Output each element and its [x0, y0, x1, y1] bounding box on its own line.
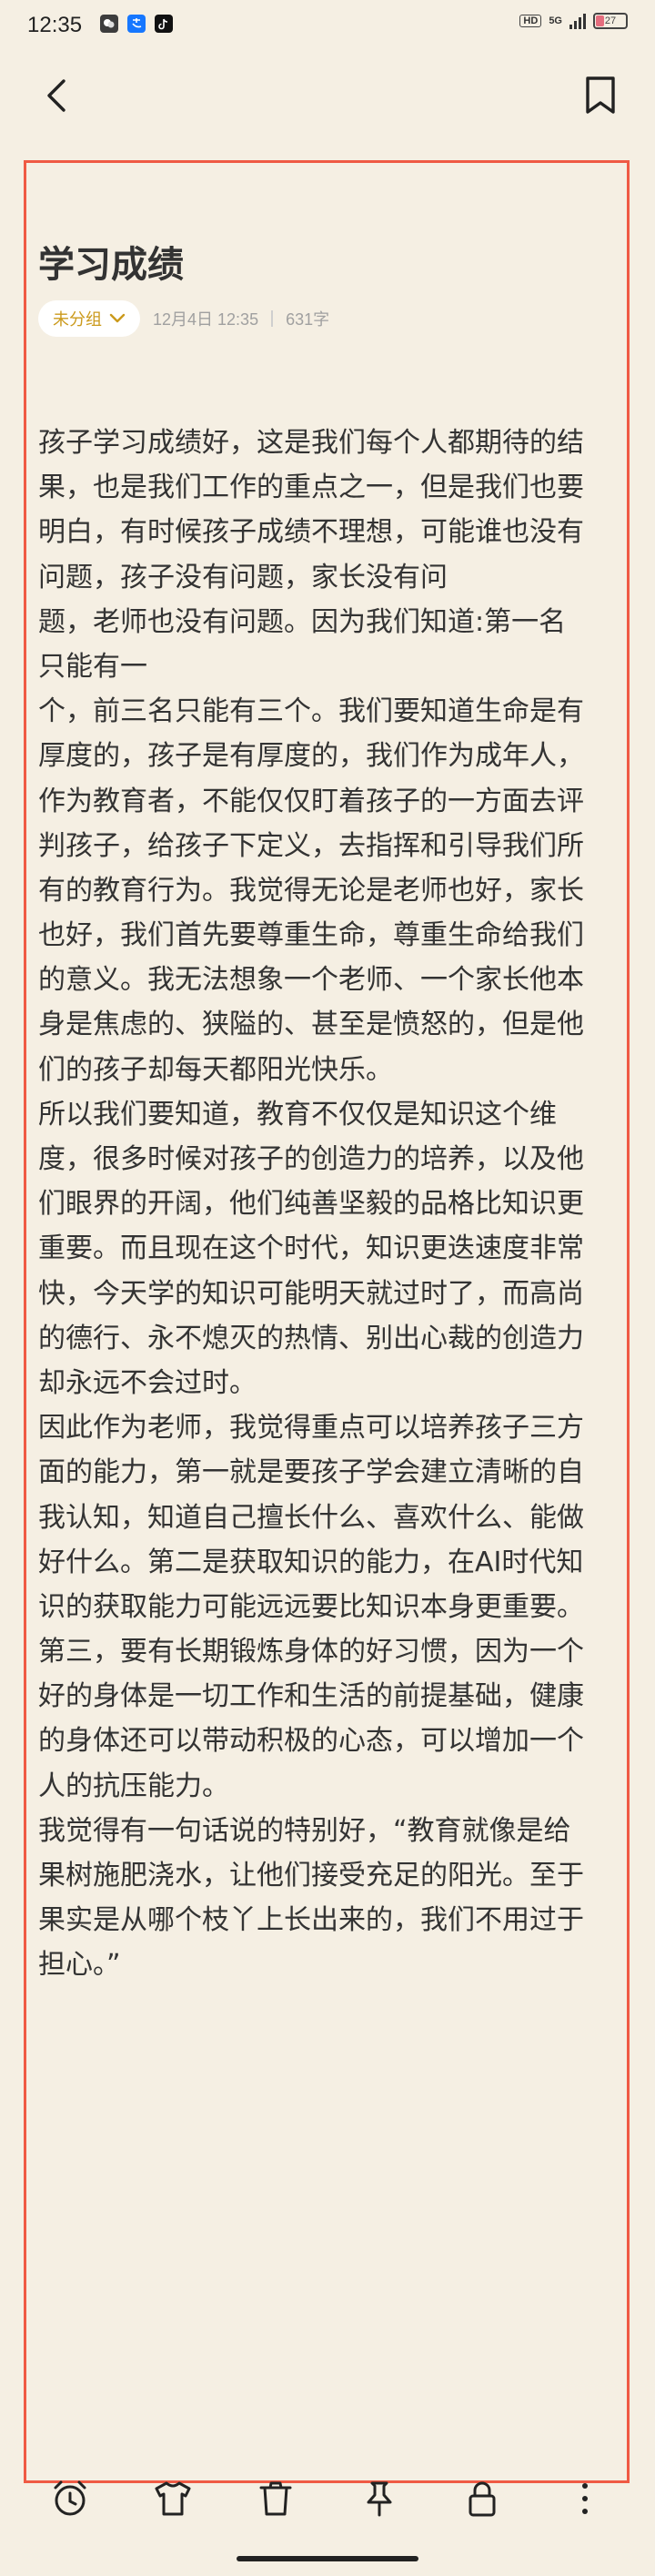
more-icon	[582, 2483, 589, 2514]
body-line: 判孩子，给孩子下定义，去指挥和引导我们所	[38, 829, 584, 862]
body-line: 也好，我们首先要尊重生命，尊重生命给我们	[38, 919, 584, 952]
delete-button[interactable]	[253, 2476, 298, 2521]
body-line: 因此作为老师，我觉得重点可以培养孩子三方	[38, 1412, 584, 1445]
home-indicator[interactable]	[237, 2556, 418, 2561]
body-line: 的意义。我无法想象一个老师、一个家长他本	[38, 964, 584, 997]
body-line: 重要。而且现在这个时代，知识更迭速度非常	[38, 1232, 584, 1265]
body-line: 人的抗压能力。	[38, 1770, 229, 1802]
reminder-button[interactable]	[47, 2476, 93, 2521]
body-line: 明白，有时候孩子成绩不理想，可能谁也没有	[38, 516, 584, 549]
hd-badge: HD	[519, 15, 542, 27]
status-right: HD 5G 27	[519, 13, 628, 29]
battery-icon: 27	[593, 13, 628, 29]
body-line: 担心。”	[38, 1949, 121, 1982]
note-body[interactable]: 孩子学习成绩好，这是我们每个人都期待的结 果，也是我们工作的重点之一，但是我们也要…	[38, 421, 626, 1988]
body-line: 面的能力，第一就是要孩子学会建立清晰的自	[38, 1456, 584, 1489]
network-type: 5G	[549, 15, 562, 26]
chevron-down-icon	[109, 313, 126, 323]
meta-divider	[271, 310, 274, 327]
theme-button[interactable]	[150, 2476, 196, 2521]
note-meta: 未分组 12月4日 12:35 631字	[38, 300, 329, 337]
bookmark-icon	[586, 76, 615, 114]
more-button[interactable]	[562, 2476, 608, 2521]
body-line: 第三，要有长期锻炼身体的好习惯，因为一个	[38, 1636, 584, 1668]
char-count: 631字	[286, 310, 330, 329]
tshirt-icon	[155, 2481, 191, 2516]
body-line: 快，今天学的知识可能明天就过时了，而高尚	[38, 1277, 584, 1310]
body-line: 们眼界的开阔，他们纯善坚毅的品格比知识更	[38, 1188, 584, 1221]
pin-icon	[367, 2481, 392, 2517]
body-line: 们的孩子却每天都阳光快乐。	[38, 1053, 393, 1086]
status-time: 12:35	[27, 13, 83, 37]
body-line: 度，很多时候对孩子的创造力的培养，以及他	[38, 1143, 584, 1175]
lock-button[interactable]	[459, 2476, 505, 2521]
body-line: 果树施肥浇水，让他们接受充足的阳光。至于	[38, 1860, 584, 1891]
body-line: 识的获取能力可能远远要比知识本身更重要。	[38, 1590, 584, 1623]
wechat-icon	[100, 15, 118, 33]
body-line: 的身体还可以带动积极的心态，可以增加一个	[38, 1725, 584, 1758]
lock-icon	[469, 2481, 496, 2517]
group-label: 未分组	[53, 310, 102, 330]
body-line: 个，前三名只能有三个。我们要知道生命是有	[38, 695, 584, 728]
body-line: 果，也是我们工作的重点之一，但是我们也要	[38, 472, 584, 504]
battery-fill	[596, 15, 604, 26]
body-line: 只能有一	[38, 650, 147, 683]
body-line: 的德行、永不熄灭的热情、别出心裁的创造力	[38, 1322, 584, 1354]
chevron-left-icon	[47, 79, 66, 112]
alipay-icon	[127, 15, 146, 33]
body-line: 所以我们要知道，教育不仅仅是知识这个维	[38, 1098, 557, 1131]
body-line: 有的教育行为。我觉得无论是老师也好，家长	[38, 874, 584, 907]
body-line: 我认知，知道自己擅长什么、喜欢什么、能做	[38, 1501, 584, 1534]
status-app-icons	[100, 15, 173, 33]
note-title[interactable]: 学习成绩	[38, 235, 184, 288]
bottom-toolbar	[0, 2462, 655, 2535]
top-toolbar	[0, 64, 655, 137]
group-selector[interactable]: 未分组	[38, 300, 140, 337]
battery-level: 27	[604, 15, 617, 26]
body-line: 问题，孩子没有问题，家长没有问	[38, 561, 448, 593]
body-line: 厚度的，孩子是有厚度的，我们作为成年人，	[38, 740, 584, 773]
bookmark-button[interactable]	[582, 76, 619, 116]
status-bar: 12:35 HD 5G 27	[0, 0, 655, 53]
trash-icon	[259, 2481, 292, 2516]
body-line: 我觉得有一句话说的特别好，“教育就像是给	[38, 1814, 571, 1847]
body-line: 却永远不会过时。	[38, 1366, 257, 1399]
body-line: 题，老师也没有问题。因为我们知道:第一名	[38, 605, 567, 638]
tiktok-icon	[155, 15, 173, 33]
signal-icon	[569, 13, 586, 29]
body-line: 好什么。第二是获取知识的能力，在AI时代知	[38, 1546, 584, 1578]
alarm-clock-icon	[54, 2480, 86, 2516]
pin-button[interactable]	[357, 2476, 402, 2521]
back-button[interactable]	[40, 77, 76, 114]
body-line: 孩子学习成绩好，这是我们每个人都期待的结	[38, 427, 584, 459]
body-line: 身是焦虑的、狭隘的、甚至是愤怒的，但是他	[38, 1009, 584, 1041]
body-line: 好的身体是一切工作和生活的前提基础，健康	[38, 1680, 584, 1713]
body-line: 作为教育者，不能仅仅盯着孩子的一方面去评	[38, 785, 584, 817]
body-line: 果实是从哪个枝丫上长出来的，我们不用过于	[38, 1904, 584, 1937]
note-date: 12月4日 12:35	[153, 310, 259, 329]
